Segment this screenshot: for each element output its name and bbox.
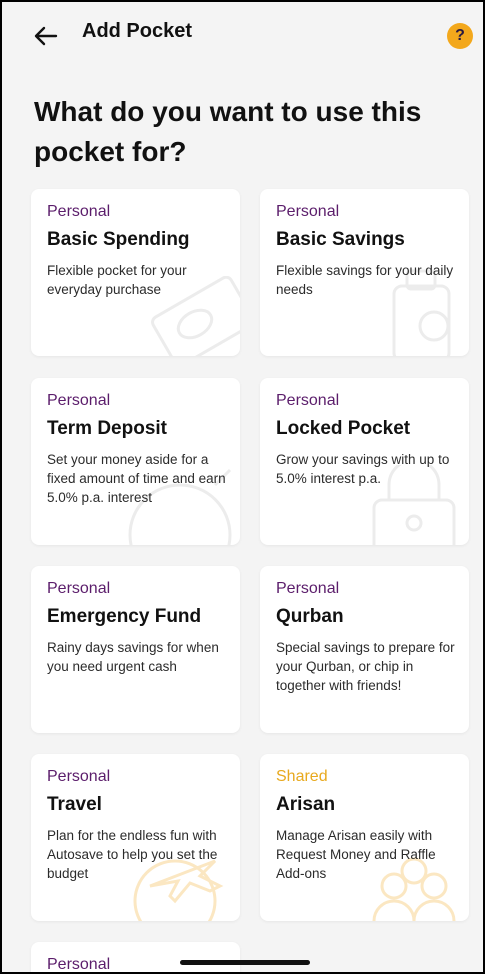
card-description: Flexible savings for your daily needs [276, 263, 454, 297]
card-description: Rainy days savings for when you need urg… [47, 640, 219, 674]
pocket-card-emergency-fund[interactable]: Personal Emergency Fund Rainy days savin… [31, 566, 240, 733]
pocket-card-travel[interactable]: Personal Travel Plan for the endless fun… [31, 754, 240, 921]
card-title: Basic Savings [276, 229, 405, 250]
card-description: Set your money aside for a fixed amount … [47, 452, 226, 505]
pocket-card-arisan[interactable]: Shared Arisan Manage Arisan easily with … [260, 754, 469, 921]
card-category: Personal [47, 392, 111, 409]
card-category: Shared [276, 768, 328, 785]
pocket-card-basic-spending[interactable]: Personal Basic Spending Flexible pocket … [31, 189, 240, 356]
pocket-card-locked-pocket[interactable]: Personal Locked Pocket Grow your savings… [260, 378, 469, 545]
pocket-card-qurban[interactable]: Personal Qurban Special savings to prepa… [260, 566, 469, 733]
arrow-left-icon [34, 26, 58, 46]
card-description: Manage Arisan easily with Request Money … [276, 828, 436, 881]
card-category: Personal [276, 392, 340, 409]
home-indicator[interactable] [180, 960, 310, 965]
add-pocket-screen: Add Pocket ? What do you want to use thi… [0, 0, 485, 974]
card-title: Travel [47, 794, 102, 815]
card-title: Arisan [276, 794, 336, 815]
page-title: What do you want to use this pocket for? [34, 96, 422, 167]
card-category: Personal [276, 203, 340, 220]
card-category: Personal [47, 580, 111, 597]
card-category: Personal [47, 203, 111, 220]
help-button[interactable]: ? [447, 23, 473, 49]
back-button[interactable] [28, 18, 64, 54]
card-description: Plan for the endless fun with Autosave t… [47, 828, 218, 881]
pocket-card-basic-savings[interactable]: Personal Basic Savings Flexible savings … [260, 189, 469, 356]
card-title: Emergency Fund [47, 606, 202, 627]
card-category: Personal [47, 768, 111, 785]
pocket-card-partial[interactable]: Personal [31, 942, 240, 973]
header: Add Pocket ? [2, 2, 483, 74]
card-description: Grow your savings with up to 5.0% intere… [276, 452, 450, 486]
card-description: Flexible pocket for your everyday purcha… [47, 263, 187, 297]
card-title: Basic Spending [47, 229, 190, 250]
card-category: Personal [276, 580, 340, 597]
card-description: Special savings to prepare for your Qurb… [276, 640, 455, 693]
card-title: Term Deposit [47, 418, 168, 439]
card-category: Personal [47, 956, 111, 973]
pocket-card-term-deposit[interactable]: Personal Term Deposit Set your money asi… [31, 378, 240, 545]
card-title: Locked Pocket [276, 418, 411, 439]
header-title: Add Pocket [82, 20, 193, 42]
card-title: Qurban [276, 606, 344, 627]
